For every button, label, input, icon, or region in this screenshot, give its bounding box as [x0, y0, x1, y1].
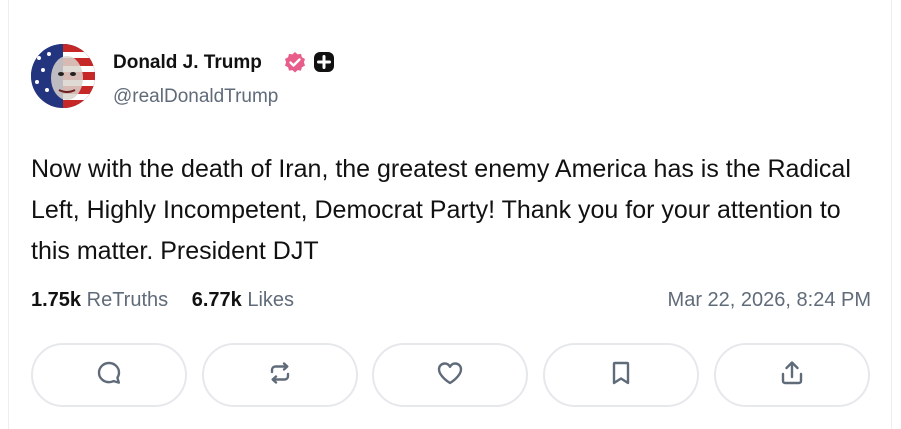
- avatar-image: [31, 44, 95, 108]
- heart-icon: [434, 358, 466, 393]
- author-name[interactable]: Donald J. Trump: [113, 52, 262, 74]
- retruths-label[interactable]: ReTruths: [87, 289, 169, 311]
- reply-icon: [94, 358, 124, 393]
- verified-badge-icon: [283, 51, 307, 80]
- retruth-icon: [265, 358, 295, 393]
- post-timestamp[interactable]: Mar 22, 2026, 8:24 PM: [668, 289, 871, 312]
- avatar[interactable]: [31, 44, 95, 108]
- retruth-button[interactable]: [202, 343, 358, 407]
- share-icon: [777, 358, 807, 393]
- likes-count[interactable]: 6.77k: [192, 289, 242, 311]
- like-button[interactable]: [372, 343, 528, 407]
- bookmark-button[interactable]: [543, 343, 699, 407]
- likes-label[interactable]: Likes: [247, 289, 294, 311]
- plus-badge-icon: [313, 51, 335, 78]
- post-stats: 1.75k ReTruths 6.77k Likes: [31, 289, 294, 312]
- reply-button[interactable]: [31, 343, 187, 407]
- post-text: Now with the death of Iran, the greatest…: [31, 155, 851, 265]
- bookmark-icon: [606, 358, 636, 393]
- retruths-count[interactable]: 1.75k: [31, 289, 81, 311]
- share-button[interactable]: [714, 343, 870, 407]
- author-handle[interactable]: @realDonaldTrump: [113, 86, 278, 108]
